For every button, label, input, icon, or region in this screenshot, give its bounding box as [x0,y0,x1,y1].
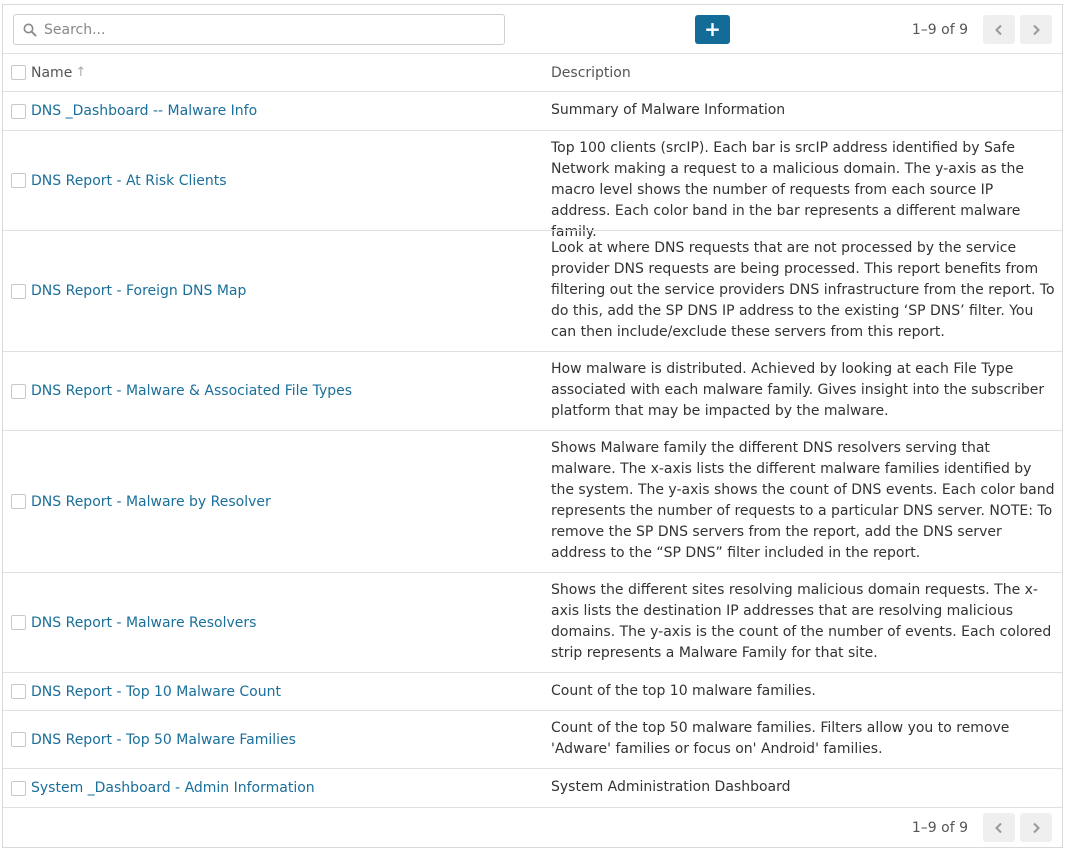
prev-page-button[interactable] [983,15,1015,44]
table-row: DNS _Dashboard -- Malware Info Summary o… [3,91,1062,130]
report-description: Count of the top 50 malware families. Fi… [551,720,1010,757]
search-box[interactable] [13,14,505,45]
column-header-name[interactable]: Name [31,65,72,81]
report-list-panel: + 1–9 of 9 Name ↑ Description DNS _Dashb… [2,4,1063,848]
row-checkbox[interactable] [11,684,26,699]
row-checkbox[interactable] [11,383,26,399]
chevron-right-icon [1033,24,1040,35]
chevron-left-icon [995,822,1002,833]
row-checkbox[interactable] [11,615,26,630]
report-description: Look at where DNS requests that are not … [551,240,1055,340]
report-link[interactable]: DNS Report - Top 10 Malware Count [31,684,281,700]
row-checkbox[interactable] [11,103,26,119]
toolbar: + 1–9 of 9 [3,5,1062,53]
report-link[interactable]: DNS Report - Malware Resolvers [31,615,256,631]
pagination-bottom: 1–9 of 9 [912,813,1052,842]
report-link[interactable]: System _Dashboard - Admin Information [31,780,315,796]
prev-page-button[interactable] [983,813,1015,842]
select-all-checkbox[interactable] [11,65,26,80]
table-row: DNS Report - Malware Resolvers Shows the… [3,572,1062,672]
pagination-range: 1–9 of 9 [911,819,968,836]
report-description: Summary of Malware Information [551,102,786,118]
table-row: DNS Report - Foreign DNS Map Look at whe… [3,230,1062,351]
report-description: Count of the top 10 malware families. [551,683,816,699]
report-link[interactable]: DNS Report - Top 50 Malware Families [31,732,296,748]
table-row: DNS Report - Top 50 Malware Families Cou… [3,710,1062,768]
column-header-description: Description [551,65,631,81]
table-row: DNS Report - Malware & Associated File T… [3,351,1062,430]
row-checkbox[interactable] [11,732,26,747]
pagination-top: 1–9 of 9 [912,15,1052,44]
table-footer: 1–9 of 9 [3,807,1062,847]
report-description: Top 100 clients (srcIP). Each bar is src… [551,140,1025,240]
chevron-left-icon [995,24,1002,35]
pagination-range: 1–9 of 9 [911,21,968,38]
next-page-button[interactable] [1020,15,1052,44]
chevron-right-icon [1033,822,1040,833]
next-page-button[interactable] [1020,813,1052,842]
search-input[interactable] [42,16,504,43]
table-row: DNS Report - At Risk Clients Top 100 cli… [3,130,1062,240]
sort-ascending-icon[interactable]: ↑ [75,65,86,80]
report-description: System Administration Dashboard [551,779,791,795]
report-link[interactable]: DNS Report - Malware & Associated File T… [31,383,352,399]
report-link[interactable]: DNS _Dashboard -- Malware Info [31,103,257,119]
report-link[interactable]: DNS Report - Malware by Resolver [31,494,271,510]
row-checkbox[interactable] [11,283,26,299]
row-checkbox[interactable] [11,780,26,796]
report-description: Shows the different sites resolving mali… [551,582,1052,661]
row-checkbox[interactable] [11,173,26,188]
table-header: Name ↑ Description [3,53,1062,91]
report-link[interactable]: DNS Report - Foreign DNS Map [31,283,246,299]
table-row: DNS Report - Malware by Resolver Shows M… [3,430,1062,572]
search-icon [23,23,37,37]
report-description: How malware is distributed. Achieved by … [551,361,1045,419]
table-row: System _Dashboard - Admin Information Sy… [3,768,1062,807]
report-description: Shows Malware family the different DNS r… [551,440,1055,561]
row-checkbox[interactable] [11,494,26,509]
report-link[interactable]: DNS Report - At Risk Clients [31,173,227,189]
table-row: DNS Report - Top 10 Malware Count Count … [3,672,1062,710]
add-button[interactable]: + [695,15,730,44]
reports-table: Name ↑ Description DNS _Dashboard -- Mal… [3,53,1062,807]
